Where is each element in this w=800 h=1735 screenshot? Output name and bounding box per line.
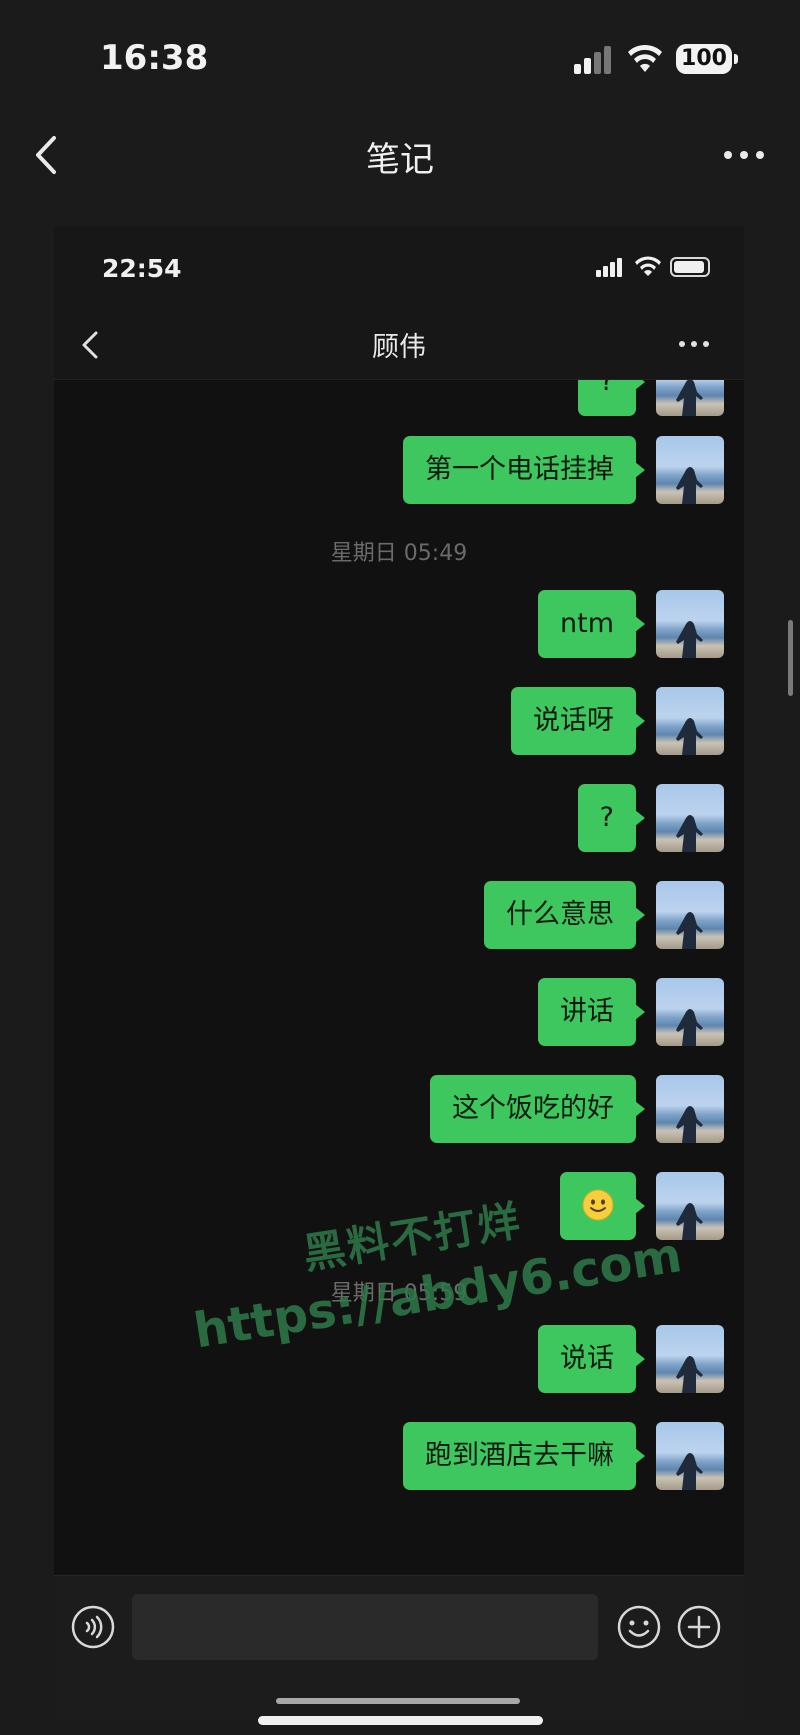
message-bubble[interactable]: 说话呀 <box>511 687 645 755</box>
status-time: 16:38 <box>100 38 209 78</box>
message-row: 这个饭吃的好 <box>430 1075 724 1143</box>
cellular-signal-icon <box>574 46 611 74</box>
message-row: 说话 <box>538 1325 724 1393</box>
more-options-icon[interactable] <box>722 140 766 170</box>
embedded-chat-screenshot: 22:54 顾伟 ? 第一个电话挂掉 星期日 05:49 ntm 说话呀 ? 什… <box>54 227 744 1722</box>
battery-icon <box>670 257 710 277</box>
avatar[interactable] <box>656 436 724 504</box>
message-bubble[interactable]: 跑到酒店去干嘛 <box>403 1422 645 1490</box>
message-row: 跑到酒店去干嘛 <box>403 1422 724 1490</box>
avatar[interactable] <box>656 380 724 416</box>
message-row: ? <box>577 380 724 416</box>
message-row <box>560 1172 724 1240</box>
message-bubble[interactable]: 第一个电话挂掉 <box>403 436 645 504</box>
message-timestamp: 星期日 05:49 <box>330 541 468 566</box>
message-row: ntm <box>538 590 724 658</box>
more-options-icon[interactable] <box>676 329 712 359</box>
message-bubble[interactable]: 讲话 <box>538 978 645 1046</box>
page-title: 笔记 <box>366 140 434 180</box>
plus-icon[interactable] <box>676 1604 722 1650</box>
inner-home-indicator <box>276 1698 520 1704</box>
message-bubble[interactable]: ? <box>577 784 646 852</box>
battery-indicator: 100 <box>676 44 738 74</box>
cellular-signal-icon <box>596 258 622 277</box>
message-bubble[interactable]: ntm <box>538 590 645 658</box>
avatar[interactable] <box>656 784 724 852</box>
home-indicator[interactable] <box>258 1716 543 1725</box>
avatar[interactable] <box>656 1422 724 1490</box>
avatar[interactable] <box>656 1075 724 1143</box>
avatar[interactable] <box>656 1325 724 1393</box>
chat-header: 顾伟 <box>54 307 744 380</box>
avatar[interactable] <box>656 881 724 949</box>
wifi-icon <box>635 256 661 276</box>
message-bubble[interactable]: 什么意思 <box>484 881 645 949</box>
avatar[interactable] <box>656 1172 724 1240</box>
message-row: ? <box>577 784 724 852</box>
voice-input-icon[interactable] <box>70 1604 116 1650</box>
message-input[interactable] <box>132 1594 598 1660</box>
inner-status-time: 22:54 <box>102 254 182 283</box>
wifi-icon <box>628 44 662 72</box>
inner-status-bar: 22:54 <box>54 227 744 307</box>
avatar[interactable] <box>656 590 724 658</box>
message-list[interactable]: ? 第一个电话挂掉 星期日 05:49 ntm 说话呀 ? 什么意思 讲话 这个… <box>54 380 744 1575</box>
message-bubble[interactable]: 说话 <box>538 1325 645 1393</box>
message-bubble[interactable]: ? <box>577 380 646 416</box>
message-row: 第一个电话挂掉 <box>403 436 724 504</box>
message-bubble[interactable]: 这个饭吃的好 <box>430 1075 645 1143</box>
message-timestamp: 星期日 05:59 <box>330 1281 468 1306</box>
emoji-icon[interactable] <box>616 1604 662 1650</box>
avatar[interactable] <box>656 687 724 755</box>
scrollbar[interactable] <box>788 620 793 696</box>
message-row: 说话呀 <box>511 687 724 755</box>
chat-contact-name: 顾伟 <box>372 332 426 363</box>
message-bubble-emoji[interactable] <box>560 1172 645 1240</box>
message-row: 什么意思 <box>484 881 724 949</box>
slightly-smiling-face-icon <box>582 1189 614 1220</box>
message-row: 讲话 <box>538 978 724 1046</box>
avatar[interactable] <box>656 978 724 1046</box>
